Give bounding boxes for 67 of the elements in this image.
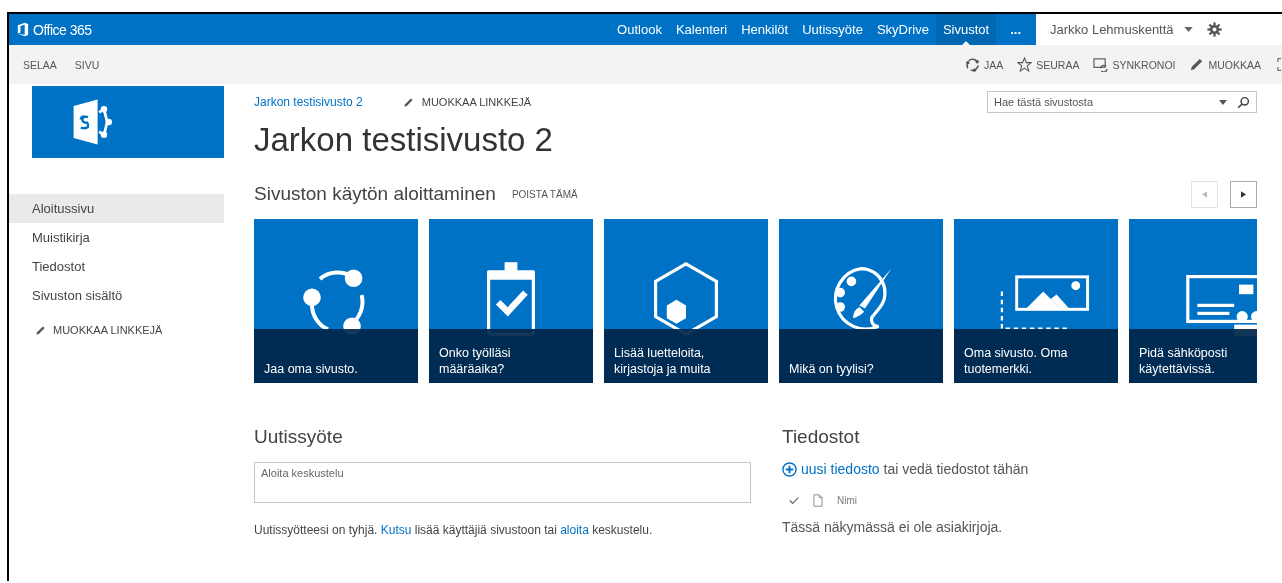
sharepoint-logo[interactable] — [32, 86, 224, 158]
quick-launch-item[interactable]: Sivuston sisältö — [9, 281, 224, 310]
add-icon[interactable] — [782, 461, 797, 477]
text-link[interactable]: aloita — [560, 523, 589, 537]
tile-caption: Jaa oma sivusto. — [254, 329, 418, 383]
sync-icon — [1093, 57, 1109, 72]
document-icon — [813, 493, 823, 507]
site-title: Jarkon testisivusto 2 — [254, 120, 554, 160]
conversation-field[interactable]: Aloita keskustelu — [254, 462, 751, 503]
pencil-icon — [35, 324, 46, 336]
tile-caption: Pidä sähköposti käytettävissä. — [1129, 329, 1257, 383]
user-name[interactable]: Jarkko Lehmuskenttä — [1050, 22, 1174, 37]
star-icon — [1017, 57, 1033, 72]
office-logo-icon — [17, 22, 29, 37]
right-triangle-icon — [1241, 190, 1246, 198]
check-icon[interactable] — [789, 495, 799, 505]
edit-links-link[interactable]: MUOKKAA LINKKEJÄ — [53, 324, 163, 336]
settings-icon[interactable] — [1206, 22, 1222, 37]
search-icon[interactable] — [1237, 96, 1250, 109]
getting-started-tile[interactable]: Onko työlläsi määräaika? — [429, 219, 593, 383]
breadcrumb-link[interactable]: Jarkon testisivusto 2 — [254, 95, 363, 109]
edit-links-link[interactable]: MUOKKAA LINKKEJÄ — [421, 96, 532, 108]
tile-caption: Onko työlläsi määräaika? — [429, 329, 593, 383]
tile-caption: Oma sivusto. Oma tuotemerkki. — [954, 329, 1118, 383]
section-heading: Tiedostot — [782, 425, 861, 449]
share-icon — [965, 57, 980, 72]
suite-nav-link[interactable]: Kalenteri — [668, 14, 735, 45]
suite-nav-link[interactable]: Outlook — [610, 14, 669, 45]
quick-launch-item[interactable]: Aloitussivu — [9, 194, 224, 223]
pencil-icon — [402, 96, 414, 108]
tile-caption: Lisää luetteloita, kirjastoja ja muita — [604, 329, 768, 383]
tile-caption: Mikä on tyylisi? — [779, 329, 943, 383]
dismiss-link[interactable]: POISTA TÄMÄ — [511, 188, 578, 200]
suite-nav-link[interactable]: ... — [996, 14, 1036, 45]
search-field[interactable]: Hae tästä sivustosta — [987, 91, 1257, 113]
getting-started-tile[interactable]: Pidä sähköposti käytettävissä. — [1129, 219, 1257, 383]
suite-nav-link[interactable]: Sivustot — [935, 14, 997, 45]
empty-documents-message: Tässä näkymässä ei ole asiakirjoja. — [782, 519, 1004, 535]
ribbon-action[interactable]: JAA — [965, 57, 1004, 72]
ribbon-action[interactable]: SYNKRONOI — [1093, 57, 1176, 72]
brand-name[interactable]: Office 365 — [33, 21, 92, 38]
ribbon-action[interactable]: MUOKKAA — [1189, 57, 1261, 72]
caret-icon[interactable] — [1219, 100, 1227, 105]
empty-feed-message: Uutissyötteesi on tyhjä. Kutsu lisää käyttäjiä sivustoon tai aloita keskustelu. — [254, 523, 654, 537]
ribbon-action[interactable]: SEURAA — [1017, 57, 1080, 72]
pencil-icon — [1189, 57, 1205, 72]
suite-nav-link[interactable]: Henkilöt — [734, 14, 796, 45]
section-heading: Sivuston käytön aloittaminen — [254, 183, 496, 205]
getting-started-tile[interactable]: Oma sivusto. Oma tuotemerkki. — [954, 219, 1118, 383]
column-header[interactable]: Nimi — [837, 494, 857, 506]
caret-icon[interactable] — [1183, 27, 1193, 32]
focus-icon[interactable] — [1277, 57, 1282, 72]
section-heading: Uutissyöte — [254, 425, 344, 449]
upload-hint: uusi tiedosto tai vedä tiedostot tähän — [801, 461, 1029, 477]
text-link[interactable]: Kutsu — [380, 523, 412, 537]
ribbon-tab[interactable]: SELAA — [23, 58, 57, 71]
suite-nav-link[interactable]: Uutissyöte — [795, 14, 870, 45]
getting-started-tile[interactable]: Jaa oma sivusto. — [254, 219, 418, 383]
quick-launch-item[interactable]: Tiedostot — [9, 252, 224, 281]
new-document-link[interactable]: uusi tiedosto — [801, 461, 880, 477]
suite-nav-link[interactable]: SkyDrive — [869, 14, 936, 45]
getting-started-tile[interactable]: Mikä on tyylisi? — [779, 219, 943, 383]
getting-started-tile[interactable]: Lisää luetteloita, kirjastoja ja muita — [604, 219, 768, 383]
left-triangle-icon — [1202, 190, 1207, 198]
ribbon-tab[interactable]: SIVU — [74, 58, 100, 71]
quick-launch-item[interactable]: Muistikirja — [9, 223, 224, 252]
next-button[interactable] — [1230, 180, 1257, 208]
